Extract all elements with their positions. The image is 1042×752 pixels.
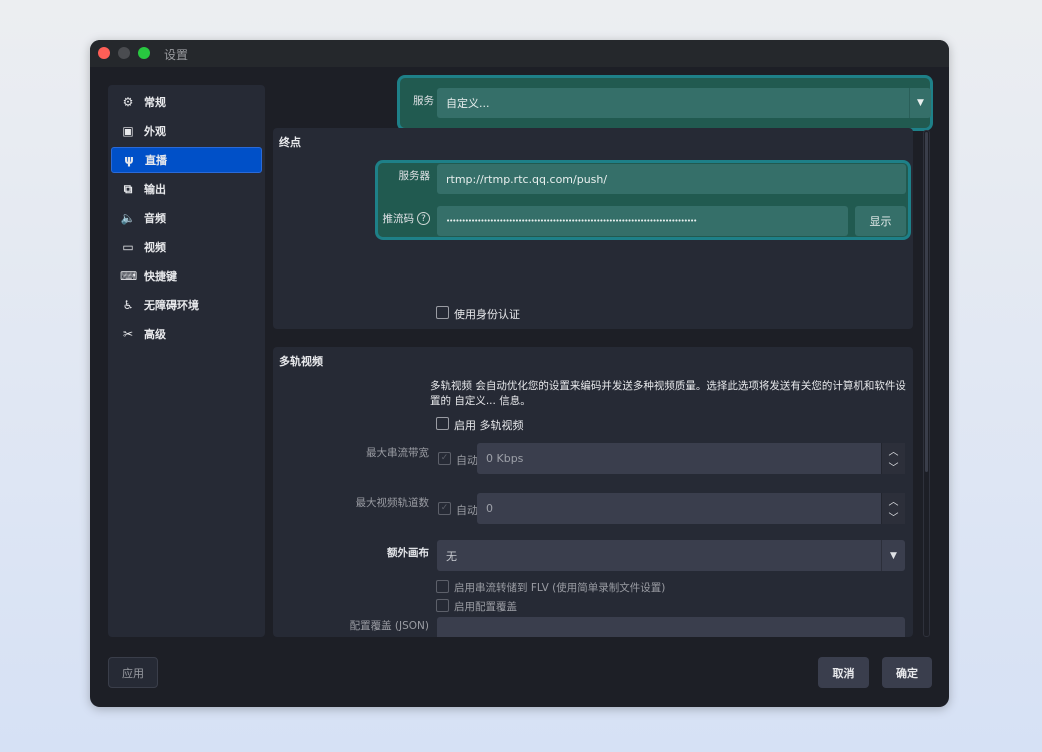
antenna-icon: ψ [124, 153, 134, 167]
sidebar-item-5[interactable]: ▭ 视频 [111, 234, 262, 260]
stream-key-label: 推流码 [382, 213, 415, 225]
sidebar-item-label: 快捷键 [144, 270, 177, 283]
tracks-label: 最大视频轨道数 [355, 497, 430, 509]
stream-key-label-group: 推流码 ? [378, 211, 430, 226]
chevron-down-icon[interactable]: ▼ [881, 540, 905, 571]
service-value: 自定义... [446, 97, 490, 110]
canvas-select[interactable]: 无 ▼ [437, 540, 905, 571]
sidebar-item-label: 高级 [144, 328, 166, 341]
bandwidth-auto-label: 自动 [456, 454, 478, 467]
tracks-value: 0 [486, 502, 493, 515]
flv-label: 启用串流转储到 FLV (使用简单录制文件设置) [454, 582, 666, 594]
sidebar-item-label: 输出 [144, 183, 166, 196]
chevron-down-icon[interactable]: ▼ [909, 88, 931, 118]
json-input[interactable] [437, 617, 905, 637]
tracks-auto-label: 自动 [456, 504, 478, 517]
zoom-button[interactable] [138, 47, 150, 59]
title-bar: 设置 [90, 40, 949, 67]
keyboard-icon: ⌨ [120, 269, 138, 283]
tools-icon: ✂ [122, 327, 134, 341]
sidebar-item-label: 无障碍环境 [144, 299, 199, 312]
stream-key-input[interactable]: ••••••••••••••••••••••••••••••••••••••••… [437, 206, 848, 236]
ok-button[interactable]: 确定 [882, 657, 932, 688]
bandwidth-label: 最大串流带宽 [366, 447, 429, 459]
cancel-button[interactable]: 取消 [818, 657, 869, 688]
sidebar-item-7[interactable]: ♿ 无障碍环境 [111, 292, 262, 318]
multitrack-panel: 多轨视频 多轨视频 会自动优化您的设置来编码并发送多种视频质量。选择此选项将发送… [273, 347, 913, 637]
sidebar-item-1[interactable]: ▣ 外观 [111, 118, 262, 144]
override-checkbox[interactable] [436, 599, 449, 612]
server-label: 服务器 [398, 170, 431, 182]
help-icon[interactable]: ? [417, 212, 430, 225]
enable-multitrack-checkbox[interactable] [436, 417, 449, 430]
tracks-input[interactable]: 0 ︿ ﹀ [477, 493, 905, 524]
service-highlight: 服务 自定义... ▼ [397, 75, 933, 131]
override-label: 启用配置覆盖 [454, 601, 517, 613]
sidebar-item-6[interactable]: ⌨ 快捷键 [111, 263, 262, 289]
scrollbar-thumb[interactable] [925, 132, 928, 472]
sidebar-item-label: 直播 [145, 154, 167, 167]
monitor-icon: ▭ [122, 240, 134, 254]
flv-checkbox[interactable] [436, 580, 449, 593]
accessibility-icon: ♿ [122, 298, 134, 312]
sidebar-item-label: 音频 [144, 212, 166, 225]
auth-label: 使用身份认证 [454, 308, 520, 321]
tracks-auto-checkbox[interactable]: ✓ [438, 502, 451, 515]
show-key-button[interactable]: 显示 [855, 206, 906, 236]
endpoint-highlight: 服务器 rtmp://rtmp.rtc.qq.com/push/ 推流码 ? •… [375, 160, 911, 240]
canvas-label: 额外画布 [387, 547, 429, 559]
scrollbar[interactable] [923, 130, 930, 637]
bandwidth-stepper[interactable]: ︿ ﹀ [881, 443, 905, 474]
close-button[interactable] [98, 47, 110, 59]
sidebar-item-label: 外观 [144, 125, 166, 138]
sidebar-item-4[interactable]: 🔈 音频 [111, 205, 262, 231]
sidebar: ⚙ 常规 ▣ 外观 ψ 直播 ⧉ 输出 🔈 音频 ▭ 视频 ⌨ 快捷键 ♿ 无障碍环境 ✂ 高级 [108, 85, 265, 637]
service-label: 服务 [413, 95, 434, 107]
tracks-stepper[interactable]: ︿ ﹀ [881, 493, 905, 524]
settings-window: 设置 ⚙ 常规 ▣ 外观 ψ 直播 ⧉ 输出 🔈 音频 ▭ 视频 ⌨ 快捷键 ♿ 无障碍环境 ✂ 高级 服务 自定… [90, 40, 949, 707]
speaker-icon: 🔈 [120, 211, 136, 225]
gear-icon: ⚙ [122, 95, 134, 109]
sidebar-item-8[interactable]: ✂ 高级 [111, 321, 262, 347]
sidebar-item-2[interactable]: ψ 直播 [111, 147, 262, 173]
server-input[interactable]: rtmp://rtmp.rtc.qq.com/push/ [437, 164, 906, 194]
service-select[interactable]: 自定义... ▼ [437, 88, 931, 118]
apply-button[interactable]: 应用 [108, 657, 158, 688]
window-title: 设置 [164, 48, 189, 62]
multitrack-title: 多轨视频 [279, 355, 323, 368]
chevron-down-icon[interactable]: ﹀ [889, 459, 899, 474]
canvas-value: 无 [446, 549, 457, 563]
sidebar-item-label: 常规 [144, 96, 166, 109]
enable-multitrack-label: 启用 多轨视频 [454, 419, 524, 432]
chevron-down-icon[interactable]: ﹀ [889, 509, 899, 524]
endpoint-title: 终点 [279, 136, 301, 149]
multitrack-description: 多轨视频 会自动优化您的设置来编码并发送多种视频质量。选择此选项将发送有关您的计… [430, 380, 906, 407]
appearance-icon: ▣ [122, 124, 134, 138]
chevron-up-icon[interactable]: ︿ [889, 493, 899, 508]
sidebar-item-label: 视频 [144, 241, 166, 254]
auth-checkbox[interactable] [436, 306, 449, 319]
bandwidth-auto-checkbox[interactable]: ✓ [438, 452, 451, 465]
minimize-button[interactable] [118, 47, 130, 59]
chevron-up-icon[interactable]: ︿ [889, 443, 899, 458]
bandwidth-input[interactable]: 0 Kbps ︿ ﹀ [477, 443, 905, 474]
bandwidth-value: 0 Kbps [486, 452, 524, 465]
sidebar-item-3[interactable]: ⧉ 输出 [111, 176, 262, 202]
output-icon: ⧉ [123, 181, 133, 196]
json-label: 配置覆盖 (JSON) [349, 620, 429, 632]
sidebar-item-0[interactable]: ⚙ 常规 [111, 89, 262, 115]
